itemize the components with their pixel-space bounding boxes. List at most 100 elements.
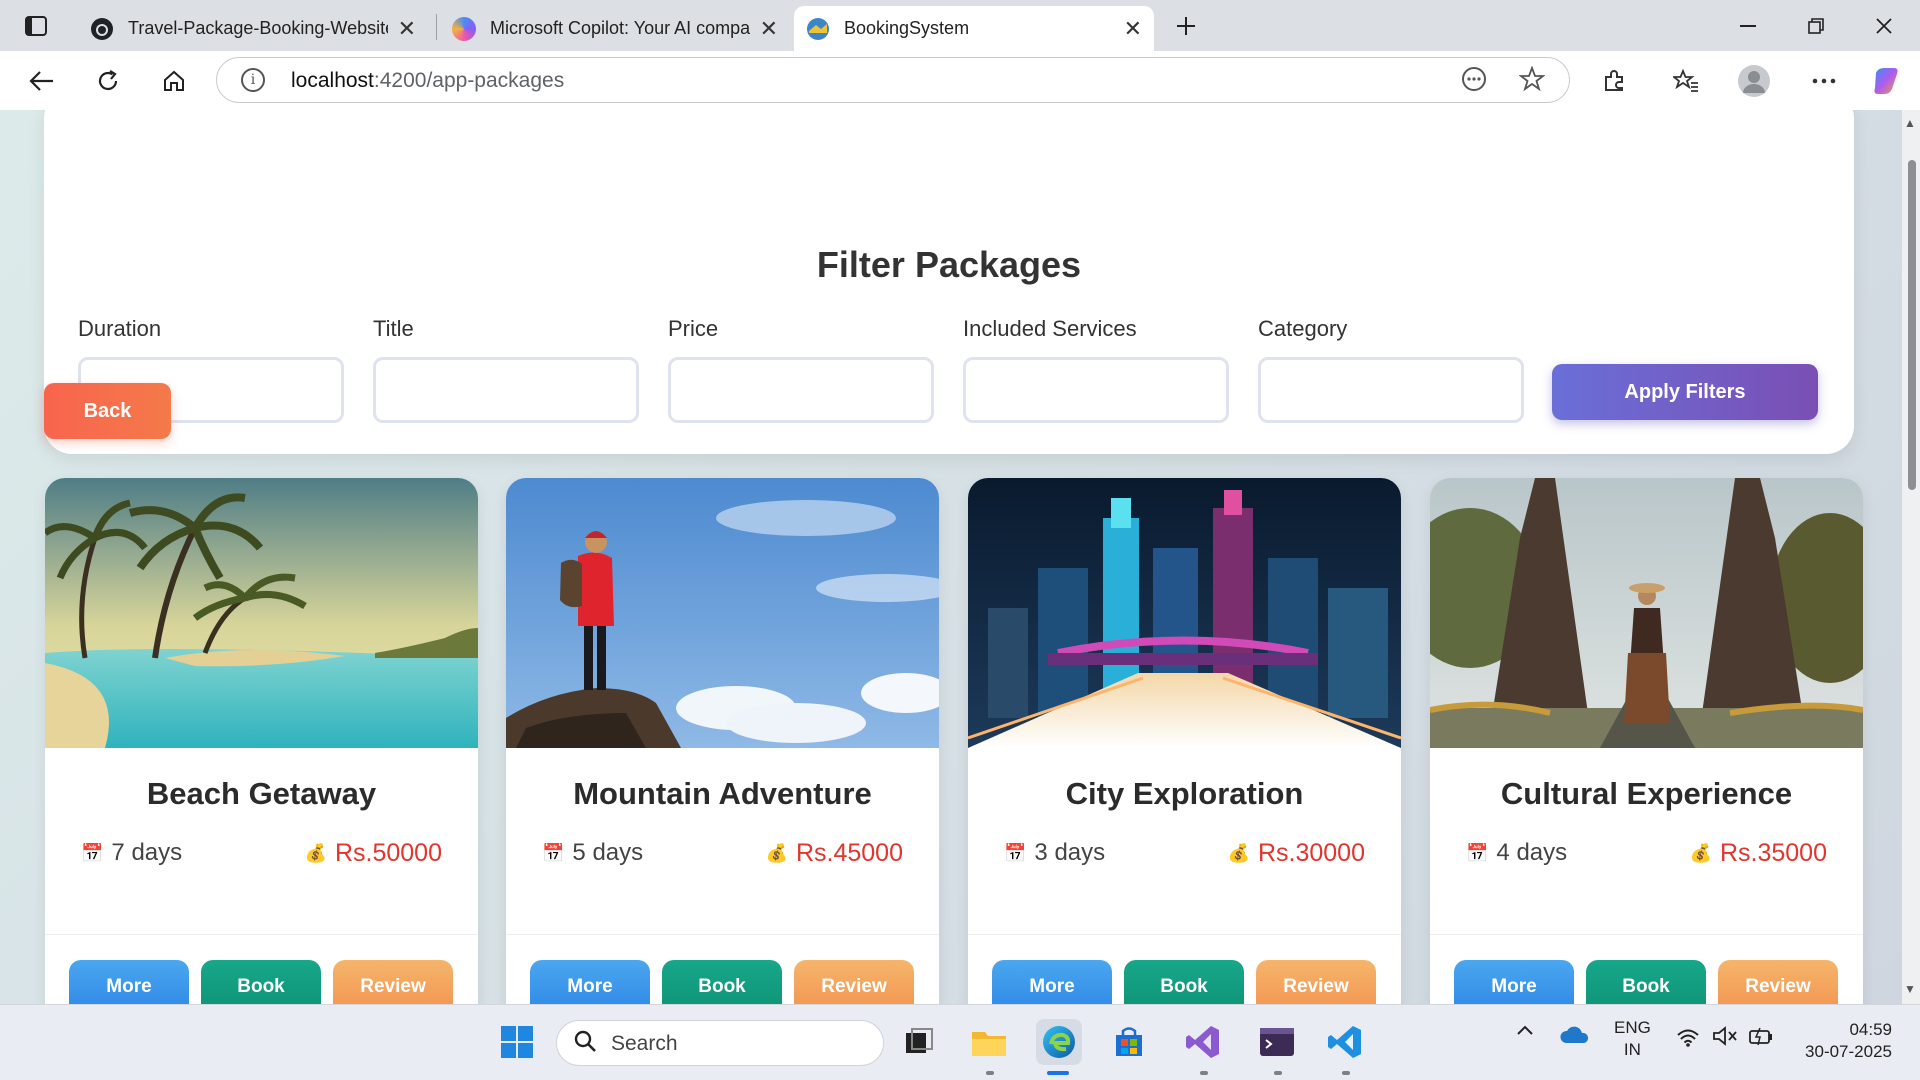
close-tab-icon[interactable]: ✕ [760, 16, 778, 42]
wifi-icon[interactable] [1676, 1027, 1700, 1052]
category-filter: Category [1258, 316, 1524, 423]
url-host: localhost [291, 69, 374, 92]
address-bar[interactable]: i localhost:4200/app-packages [216, 57, 1570, 103]
onedrive-icon[interactable] [1560, 1025, 1590, 1050]
reading-mode-icon[interactable] [1461, 66, 1487, 99]
price-input[interactable] [668, 357, 934, 423]
url-text[interactable]: localhost:4200/app-packages [291, 69, 564, 93]
card-divider [1430, 934, 1863, 935]
apply-filters-button[interactable]: Apply Filters [1552, 364, 1818, 420]
site-info-icon[interactable]: i [241, 68, 265, 92]
tab-actions-icon[interactable] [10, 6, 62, 46]
profile-avatar-icon[interactable] [1734, 61, 1774, 101]
minimize-icon[interactable] [1722, 6, 1774, 46]
temple-image [1430, 478, 1863, 748]
copilot-icon[interactable] [1866, 61, 1906, 101]
favorites-icon[interactable] [1666, 61, 1706, 101]
package-meta: 📅 3 days 💰 Rs.30000 [1004, 836, 1365, 870]
package-title: City Exploration [1065, 776, 1304, 811]
package-title: Beach Getaway [146, 776, 377, 811]
new-tab-icon[interactable] [1160, 6, 1212, 46]
vscode-icon[interactable] [1322, 1019, 1368, 1065]
visual-studio-icon[interactable] [1180, 1019, 1226, 1065]
book-button[interactable]: Book [201, 960, 321, 1004]
title-label: Title [373, 316, 414, 341]
microsoft-store-icon[interactable] [1106, 1019, 1152, 1065]
volume-muted-icon[interactable] [1712, 1025, 1738, 1052]
windows-start-icon[interactable] [494, 1019, 540, 1065]
calendar-icon: 📅 [81, 842, 104, 863]
edge-browser-icon[interactable] [1036, 1019, 1082, 1065]
package-price: 💰 Rs.45000 [766, 839, 903, 868]
filter-panel: Filter Packages Duration Title Price Inc… [44, 110, 1854, 454]
back-button[interactable]: Back [44, 383, 171, 439]
page-viewport: Filter Packages Duration Title Price Inc… [0, 110, 1920, 1004]
book-button[interactable]: Book [662, 960, 782, 1004]
beach-image [45, 478, 478, 748]
review-button[interactable]: Review [794, 960, 914, 1004]
tab-bookingsystem[interactable]: BookingSystem ✕ [794, 6, 1154, 51]
category-label: Category [1258, 316, 1348, 341]
clock[interactable]: 04:59 30-07-2025 [1788, 1019, 1892, 1063]
back-arrow-icon[interactable] [22, 61, 62, 101]
url-path: :4200/app-packages [373, 69, 565, 92]
title-input[interactable] [373, 357, 639, 423]
calendar-icon: 📅 [1466, 842, 1489, 863]
scrollbar-thumb[interactable] [1908, 160, 1916, 490]
review-button[interactable]: Review [333, 960, 453, 1004]
favorite-star-icon[interactable] [1518, 65, 1546, 99]
money-bag-icon: 💰 [304, 842, 327, 863]
battery-icon[interactable] [1748, 1025, 1774, 1052]
language-indicator[interactable]: ENG IN [1614, 1017, 1651, 1061]
duration-text: 4 days [1496, 839, 1568, 866]
package-meta: 📅 4 days 💰 Rs.35000 [1466, 836, 1827, 870]
running-indicator [1200, 1071, 1208, 1075]
services-input[interactable] [963, 357, 1229, 423]
more-button[interactable]: More [1454, 960, 1574, 1004]
refresh-icon[interactable] [88, 61, 128, 101]
duration-text: 3 days [1034, 839, 1106, 866]
tab-copilot[interactable]: Microsoft Copilot: Your AI companion ✕ [440, 6, 790, 51]
close-window-icon[interactable] [1858, 6, 1910, 46]
more-button[interactable]: More [992, 960, 1112, 1004]
book-button[interactable]: Book [1586, 960, 1706, 1004]
book-button[interactable]: Book [1124, 960, 1244, 1004]
package-duration: 📅 7 days [81, 839, 182, 867]
running-indicator [986, 1071, 994, 1075]
duration-text: 7 days [111, 839, 183, 866]
more-menu-icon[interactable] [1804, 61, 1844, 101]
card-divider [45, 934, 478, 935]
tab-title: BookingSystem [844, 18, 970, 38]
price-text: Rs.50000 [334, 838, 442, 867]
filter-title: Filter Packages [816, 244, 1082, 285]
restore-icon[interactable] [1790, 6, 1842, 46]
task-view-icon[interactable] [896, 1019, 942, 1065]
more-button[interactable]: More [530, 960, 650, 1004]
home-icon[interactable] [154, 61, 194, 101]
price-text: Rs.35000 [1719, 838, 1827, 867]
close-tab-icon[interactable]: ✕ [1124, 16, 1142, 42]
page-scrollbar[interactable]: ▲ ▼ [1902, 110, 1920, 1004]
tab-title: Travel-Package-Booking-Website [128, 18, 388, 38]
taskbar-search[interactable]: Search [556, 1020, 884, 1066]
more-button[interactable]: More [69, 960, 189, 1004]
scroll-up-icon[interactable]: ▲ [1904, 116, 1916, 130]
tab-github[interactable]: Travel-Package-Booking-Website ✕ [78, 6, 428, 51]
github-icon [90, 17, 114, 41]
price-text: Rs.45000 [795, 838, 903, 867]
money-bag-icon: 💰 [1227, 842, 1250, 863]
scroll-down-icon[interactable]: ▼ [1904, 982, 1916, 996]
title-filter: Title [373, 316, 639, 423]
close-tab-icon[interactable]: ✕ [398, 16, 416, 42]
file-explorer-icon[interactable] [966, 1019, 1012, 1065]
category-input[interactable] [1258, 357, 1524, 423]
review-button[interactable]: Review [1718, 960, 1838, 1004]
show-hidden-icons-icon[interactable] [1516, 1021, 1534, 1042]
review-button[interactable]: Review [1256, 960, 1376, 1004]
running-indicator [1342, 1071, 1350, 1075]
browser-tab-bar: Travel-Package-Booking-Website ✕ Microso… [0, 0, 1920, 51]
terminal-icon[interactable] [1254, 1019, 1300, 1065]
extensions-icon[interactable] [1594, 61, 1634, 101]
price-text: Rs.30000 [1257, 838, 1365, 867]
package-price: 💰 Rs.35000 [1690, 839, 1827, 868]
